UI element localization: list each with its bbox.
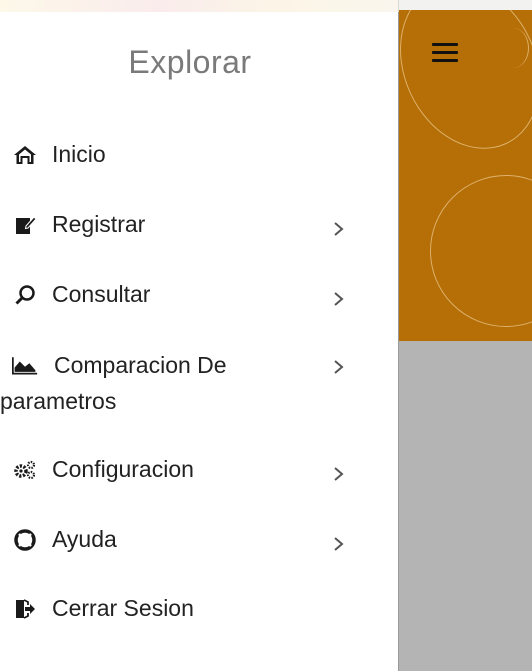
decorative-circle <box>430 175 532 327</box>
menu-item-label: Consultar <box>52 281 151 307</box>
menu-item-label: Cerrar Sesion <box>52 595 194 621</box>
chevron-right-icon <box>331 355 347 379</box>
menu-item-label-line1: Comparacion De <box>54 352 227 378</box>
menu-item-label: Inicio <box>52 141 106 167</box>
menu-item-ayuda[interactable]: Ayuda <box>12 526 362 553</box>
menu-item-label-line2: parametros <box>0 388 117 414</box>
menu-icon[interactable] <box>432 43 458 65</box>
menu-item-inicio[interactable]: Inicio <box>12 141 362 168</box>
lifebuoy-icon <box>12 528 38 551</box>
decorative-arc <box>498 28 529 68</box>
menu-item-cerrar-sesion[interactable]: Cerrar Sesion <box>12 595 362 622</box>
menu-item-label: Registrar <box>52 211 146 237</box>
menu-item-configuracion[interactable]: Configuracion <box>12 456 362 483</box>
area-chart-icon <box>12 354 38 376</box>
menu-item-comparacion[interactable]: Comparacion De parametros <box>0 348 362 418</box>
menu-item-consultar[interactable]: Consultar <box>12 281 362 308</box>
search-icon <box>12 284 38 306</box>
home-icon <box>12 144 38 166</box>
gears-icon <box>12 459 38 481</box>
chevron-right-icon <box>331 532 347 556</box>
chevron-right-icon <box>331 287 347 311</box>
menu-item-label: Configuracion <box>52 456 194 482</box>
menu-item-registrar[interactable]: Registrar <box>12 211 362 238</box>
sign-out-icon <box>12 598 38 620</box>
drawer-title: Explorar <box>128 44 252 80</box>
drawer-top-tint <box>0 0 399 12</box>
chevron-right-icon <box>331 217 347 241</box>
chevron-right-icon <box>331 462 347 486</box>
edit-icon <box>12 214 38 236</box>
navigation-drawer: Explorar Inicio Registrar Consultar Comp… <box>0 0 399 671</box>
menu-item-label: Ayuda <box>52 526 117 552</box>
